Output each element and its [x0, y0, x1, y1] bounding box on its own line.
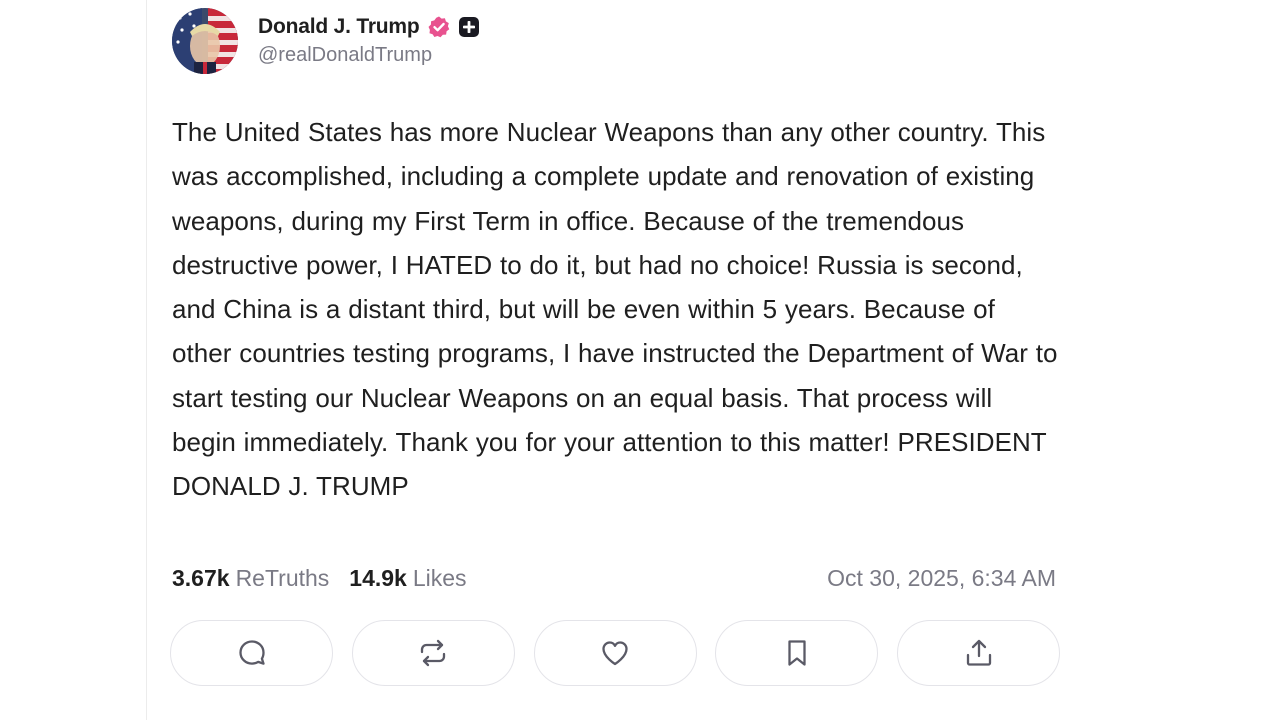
post-stats: 3.67k ReTruths 14.9k Likes Oct 30, 2025,…: [172, 556, 1056, 600]
author-handle[interactable]: @realDonaldTrump: [258, 44, 480, 67]
plus-badge-icon: [458, 16, 480, 38]
post-card: Donald J. Trump @realDonaldTrump The Uni…: [170, 8, 1062, 686]
author-name-row: Donald J. Trump: [258, 12, 480, 42]
column-divider: [146, 0, 147, 720]
like-button[interactable]: [533, 620, 697, 686]
author-block: Donald J. Trump @realDonaldTrump: [258, 8, 480, 67]
likes-count: 14.9k: [349, 564, 407, 591]
share-icon: [966, 639, 991, 666]
avatar-image: [172, 8, 238, 74]
post-text: The United States has more Nuclear Weapo…: [172, 117, 1058, 502]
retruths-stat[interactable]: 3.67k ReTruths: [172, 565, 329, 592]
reply-button[interactable]: [170, 620, 333, 686]
post-header: Donald J. Trump @realDonaldTrump: [172, 8, 1062, 80]
post-timestamp[interactable]: Oct 30, 2025, 6:34 AM: [827, 565, 1056, 592]
post-actions: [170, 620, 1060, 690]
heart-icon: [602, 641, 628, 666]
repost-icon: [421, 639, 446, 667]
avatar[interactable]: [172, 8, 238, 74]
truth-social-post-page: Donald J. Trump @realDonaldTrump The Uni…: [0, 0, 1280, 720]
bookmark-icon: [788, 640, 806, 666]
author-display-name[interactable]: Donald J. Trump: [258, 15, 420, 39]
bookmark-button[interactable]: [715, 620, 879, 686]
retruths-count: 3.67k: [172, 564, 230, 591]
likes-label: Likes: [412, 564, 467, 591]
verified-badge-icon: [427, 15, 451, 39]
retruth-button[interactable]: [351, 620, 515, 686]
retruths-label: ReTruths: [235, 564, 330, 591]
share-button[interactable]: [897, 620, 1060, 686]
likes-stat[interactable]: 14.9k Likes: [349, 565, 466, 592]
comment-icon: [238, 640, 265, 665]
